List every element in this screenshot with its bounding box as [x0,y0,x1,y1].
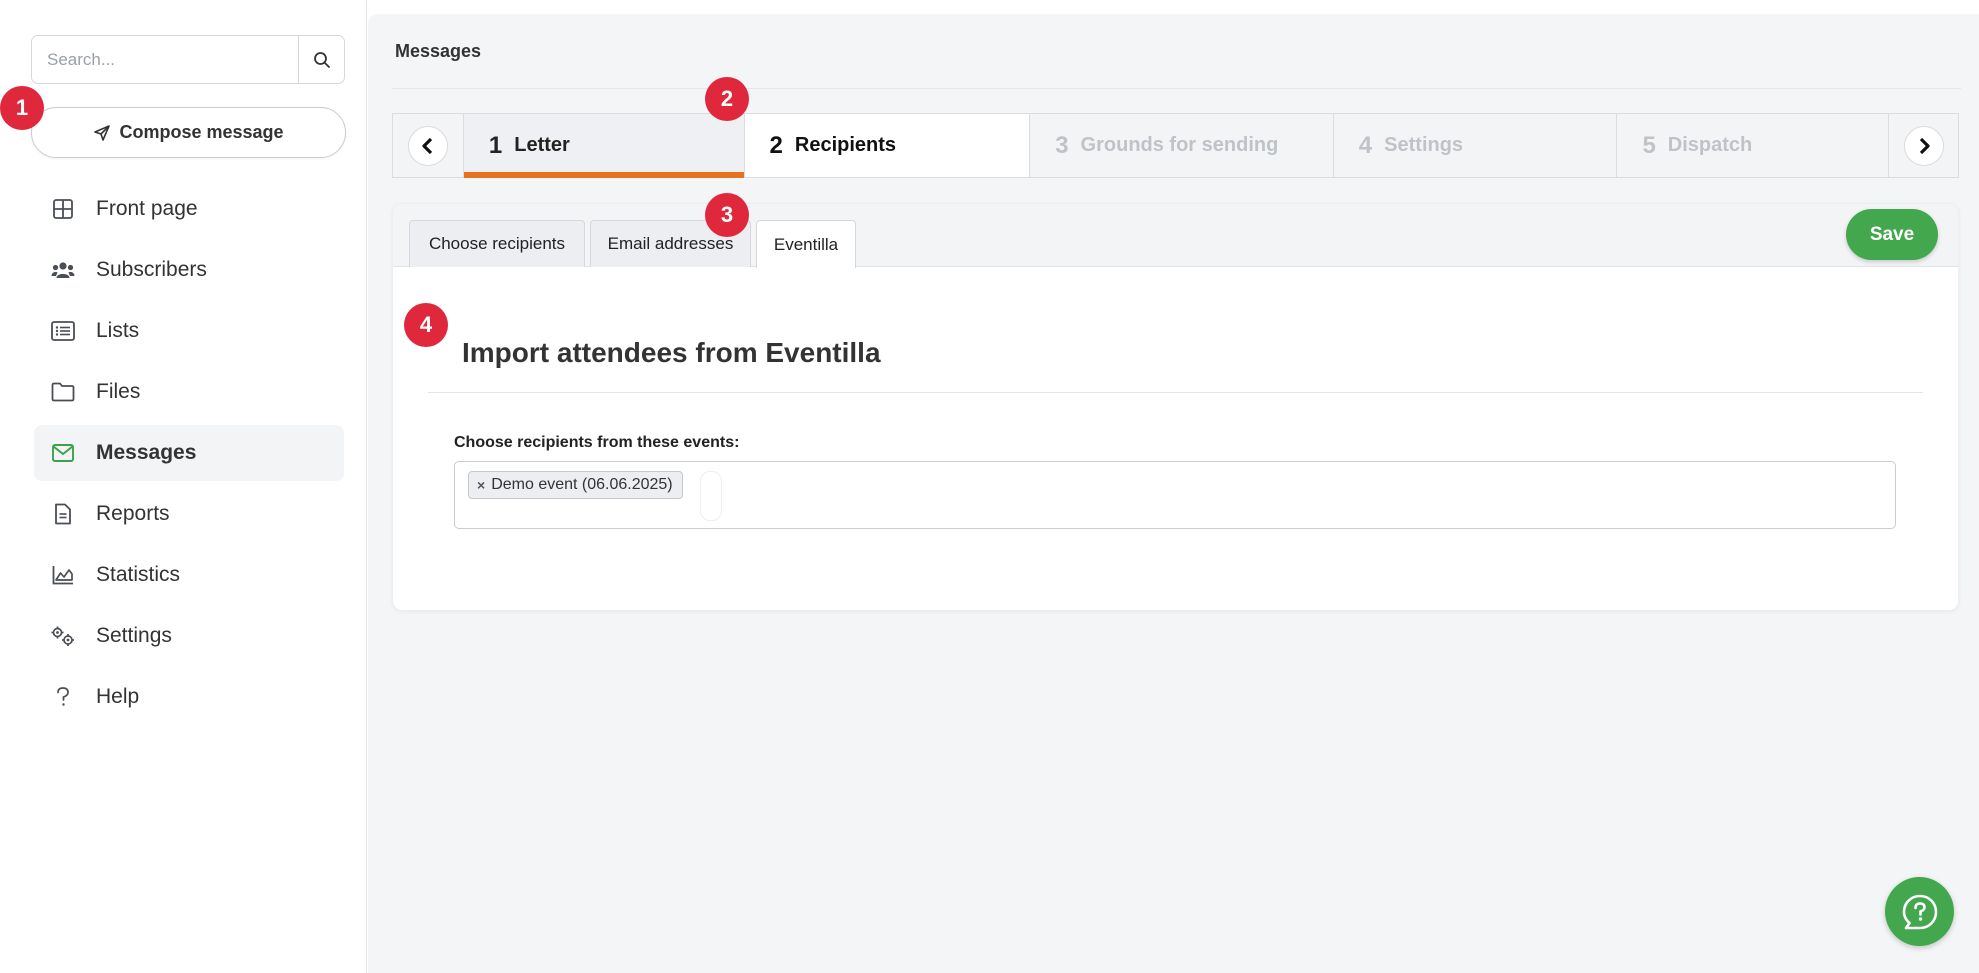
tab-choose-recipients[interactable]: Choose recipients [409,220,585,267]
sidebar-item-statistics[interactable]: Statistics [34,547,344,603]
annotation-badge-3: 3 [705,193,749,237]
sidebar-item-front-page[interactable]: Front page [34,181,344,237]
gears-icon [50,623,76,649]
chevron-right-icon [1919,137,1930,154]
sidebar-item-label: Reports [96,502,170,525]
send-icon [94,124,111,141]
step-number: 5 [1642,131,1656,159]
main-content: Messages 1 Letter 2 Recipients 3 Grounds… [368,14,1979,973]
sidebar-item-label: Settings [96,624,172,647]
chart-icon [50,562,76,588]
question-icon [50,684,76,710]
step-letter[interactable]: 1 Letter [462,114,744,178]
selected-event-chip: × Demo event (06.06.2025) [468,471,683,499]
step-label: Letter [514,134,570,156]
tab-eventilla[interactable]: Eventilla [756,220,856,268]
search-box [31,35,345,84]
sidebar-item-label: Files [96,380,141,403]
save-button[interactable]: Save [1846,209,1938,260]
folder-icon [50,379,76,405]
envelope-icon [50,440,76,466]
sidebar-item-lists[interactable]: Lists [34,303,344,359]
step-settings[interactable]: 4 Settings [1332,114,1617,177]
step-dispatch[interactable]: 5 Dispatch [1616,114,1888,177]
help-chat-icon [1902,894,1937,929]
step-recipients[interactable]: 2 Recipients [743,114,1030,177]
steps-next-button[interactable] [1903,125,1944,166]
sidebar: Compose message Front page Subscribers L… [0,0,367,973]
wizard-steps: 1 Letter 2 Recipients 3 Grounds for send… [392,113,1959,178]
sidebar-item-reports[interactable]: Reports [34,486,344,542]
users-icon [50,257,76,283]
sidebar-item-settings[interactable]: Settings [34,608,344,664]
sidebar-item-help[interactable]: Help [34,669,344,725]
sidebar-item-label: Front page [96,197,198,220]
remove-chip-icon[interactable]: × [477,477,485,493]
annotation-badge-1: 1 [0,86,44,130]
grid-icon [50,196,76,222]
compose-message-label: Compose message [119,122,284,142]
step-number: 4 [1358,131,1373,159]
step-number: 2 [769,131,783,159]
sidebar-item-label: Messages [96,441,197,464]
chevron-left-icon [422,137,433,154]
sidebar-item-subscribers[interactable]: Subscribers [34,242,344,298]
step-grounds-for-sending[interactable]: 3 Grounds for sending [1029,114,1333,177]
events-field-label: Choose recipients from these events: [454,434,740,451]
recipients-panel: Choose recipients Email addresses Eventi… [392,203,1959,611]
sidebar-item-label: Subscribers [96,258,207,281]
sidebar-item-label: Statistics [96,563,181,586]
annotation-badge-4: 4 [404,303,448,347]
selected-event-label: Demo event (06.06.2025) [491,476,673,493]
steps-prev-button[interactable] [407,125,448,166]
multiselect-search-field[interactable] [700,471,722,521]
step-label: Grounds for sending [1080,134,1279,156]
step-label: Recipients [794,134,897,156]
step-label: Settings [1384,134,1464,156]
step-number: 1 [488,131,503,159]
steps-next [1888,114,1958,177]
sidebar-item-label: Help [96,685,140,708]
help-chat-button[interactable] [1885,877,1954,946]
sidebar-item-files[interactable]: Files [34,364,344,420]
search-button[interactable] [298,36,344,83]
compose-message-button[interactable]: Compose message [31,107,346,158]
list-icon [50,318,76,344]
sidebar-item-label: Lists [96,319,140,342]
title-divider [392,88,1961,89]
section-title: Import attendees from Eventilla [462,337,881,368]
annotation-badge-2: 2 [705,77,749,121]
events-multiselect[interactable]: × Demo event (06.06.2025) [454,461,1896,529]
sidebar-nav: Front page Subscribers Lists Files Messa… [34,181,344,730]
step-number: 3 [1055,131,1069,159]
step-label: Dispatch [1667,134,1753,156]
sidebar-item-messages[interactable]: Messages [34,425,344,481]
search-input[interactable] [32,36,298,83]
search-icon [313,51,330,68]
recipients-tabbar: Choose recipients Email addresses Eventi… [393,204,1958,268]
page-title: Messages [395,41,482,61]
steps-prev [393,114,463,177]
document-icon [50,501,76,527]
section-divider [428,392,1923,393]
